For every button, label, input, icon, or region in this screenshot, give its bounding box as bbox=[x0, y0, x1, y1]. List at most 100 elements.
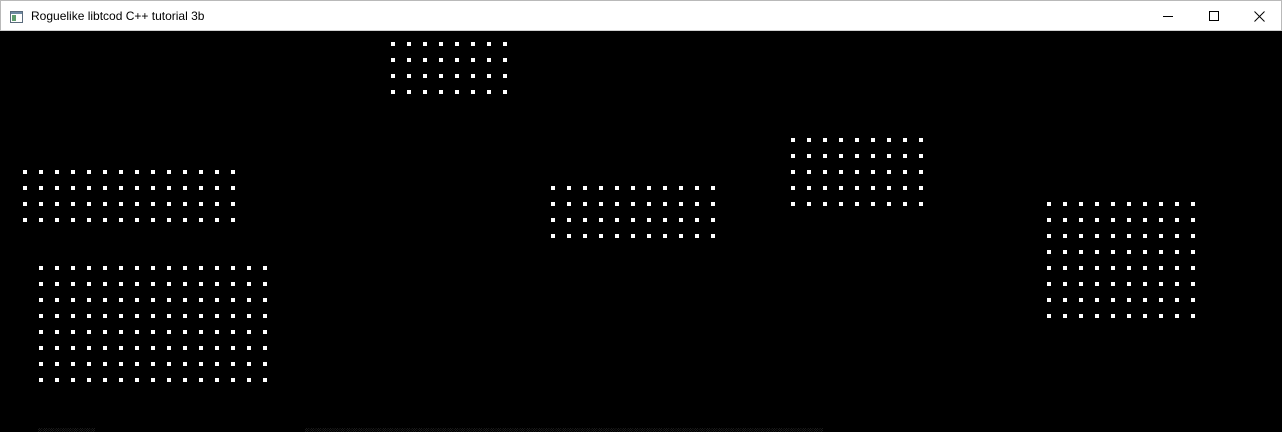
floor-tile bbox=[391, 58, 395, 62]
floor-tile bbox=[199, 202, 203, 206]
floor-tile bbox=[1079, 298, 1083, 302]
floor-tile bbox=[135, 330, 139, 334]
floor-tile bbox=[119, 298, 123, 302]
floor-tile bbox=[231, 314, 235, 318]
floor-tile bbox=[151, 266, 155, 270]
floor-tile bbox=[1047, 218, 1051, 222]
floor-tile bbox=[151, 362, 155, 366]
floor-tile bbox=[263, 378, 267, 382]
app-window-icon bbox=[10, 10, 23, 23]
floor-tile bbox=[55, 314, 59, 318]
floor-tile bbox=[1159, 202, 1163, 206]
floor-tile bbox=[647, 186, 651, 190]
floor-tile bbox=[1047, 266, 1051, 270]
floor-tile bbox=[71, 346, 75, 350]
floor-tile bbox=[583, 218, 587, 222]
floor-tile bbox=[567, 218, 571, 222]
floor-tile bbox=[1047, 234, 1051, 238]
floor-tile bbox=[167, 362, 171, 366]
floor-tile bbox=[823, 170, 827, 174]
floor-tile bbox=[855, 138, 859, 142]
floor-tile bbox=[823, 202, 827, 206]
floor-tile bbox=[887, 138, 891, 142]
floor-tile bbox=[599, 202, 603, 206]
floor-tile bbox=[1095, 298, 1099, 302]
minimize-button[interactable] bbox=[1145, 1, 1191, 31]
floor-tile bbox=[823, 138, 827, 142]
floor-tile bbox=[103, 266, 107, 270]
floor-tile bbox=[199, 314, 203, 318]
floor-tile bbox=[1191, 314, 1195, 318]
floor-tile bbox=[183, 378, 187, 382]
floor-tile bbox=[1191, 282, 1195, 286]
floor-tile bbox=[1143, 218, 1147, 222]
floor-tile bbox=[471, 58, 475, 62]
floor-tile bbox=[71, 362, 75, 366]
floor-tile bbox=[679, 234, 683, 238]
floor-tile bbox=[1063, 250, 1067, 254]
floor-tile bbox=[423, 74, 427, 78]
floor-tile bbox=[39, 362, 43, 366]
floor-tile bbox=[1191, 298, 1195, 302]
maximize-button[interactable] bbox=[1191, 1, 1237, 31]
floor-tile bbox=[887, 154, 891, 158]
floor-tile bbox=[103, 378, 107, 382]
floor-tile bbox=[1143, 298, 1147, 302]
floor-tile bbox=[119, 202, 123, 206]
floor-tile bbox=[247, 282, 251, 286]
floor-tile bbox=[55, 298, 59, 302]
floor-tile bbox=[791, 170, 795, 174]
floor-tile bbox=[583, 234, 587, 238]
close-button[interactable] bbox=[1236, 1, 1282, 31]
floor-tile bbox=[1175, 250, 1179, 254]
floor-tile bbox=[1175, 218, 1179, 222]
floor-tile bbox=[39, 378, 43, 382]
floor-tile bbox=[87, 202, 91, 206]
floor-tile bbox=[55, 378, 59, 382]
floor-tile bbox=[87, 186, 91, 190]
floor-tile bbox=[263, 266, 267, 270]
floor-tile bbox=[23, 202, 27, 206]
floor-tile bbox=[567, 234, 571, 238]
floor-tile bbox=[807, 170, 811, 174]
floor-tile bbox=[199, 266, 203, 270]
floor-tile bbox=[823, 186, 827, 190]
floor-tile bbox=[1159, 282, 1163, 286]
floor-tile bbox=[663, 218, 667, 222]
floor-tile bbox=[215, 362, 219, 366]
floor-tile bbox=[871, 138, 875, 142]
floor-tile bbox=[1079, 314, 1083, 318]
floor-tile bbox=[103, 362, 107, 366]
floor-tile bbox=[711, 202, 715, 206]
floor-tile bbox=[71, 330, 75, 334]
floor-tile bbox=[71, 266, 75, 270]
floor-tile bbox=[615, 202, 619, 206]
floor-tile bbox=[1079, 250, 1083, 254]
floor-tile bbox=[39, 218, 43, 222]
floor-tile bbox=[1047, 250, 1051, 254]
floor-tile bbox=[87, 314, 91, 318]
floor-tile bbox=[455, 42, 459, 46]
floor-tile bbox=[231, 298, 235, 302]
floor-tile bbox=[887, 170, 891, 174]
floor-tile bbox=[871, 170, 875, 174]
floor-tile bbox=[487, 74, 491, 78]
floor-tile bbox=[807, 202, 811, 206]
floor-tile bbox=[183, 202, 187, 206]
title-bar[interactable]: Roguelike libtcod C++ tutorial 3b bbox=[0, 0, 1282, 31]
floor-tile bbox=[1159, 314, 1163, 318]
game-console[interactable]: ░░░░░░░░ ░░░░░░░░░░░░░░░░░░░░░░░░░░░░░░░… bbox=[0, 31, 1282, 432]
floor-tile bbox=[791, 186, 795, 190]
floor-tile bbox=[151, 330, 155, 334]
floor-tile bbox=[183, 218, 187, 222]
floor-tile bbox=[855, 186, 859, 190]
floor-tile bbox=[151, 186, 155, 190]
floor-tile bbox=[247, 346, 251, 350]
floor-tile bbox=[167, 298, 171, 302]
floor-tile bbox=[1079, 202, 1083, 206]
floor-tile bbox=[615, 218, 619, 222]
floor-tile bbox=[215, 218, 219, 222]
floor-tile bbox=[1159, 234, 1163, 238]
maximize-icon bbox=[1209, 11, 1219, 21]
floor-tile bbox=[791, 138, 795, 142]
